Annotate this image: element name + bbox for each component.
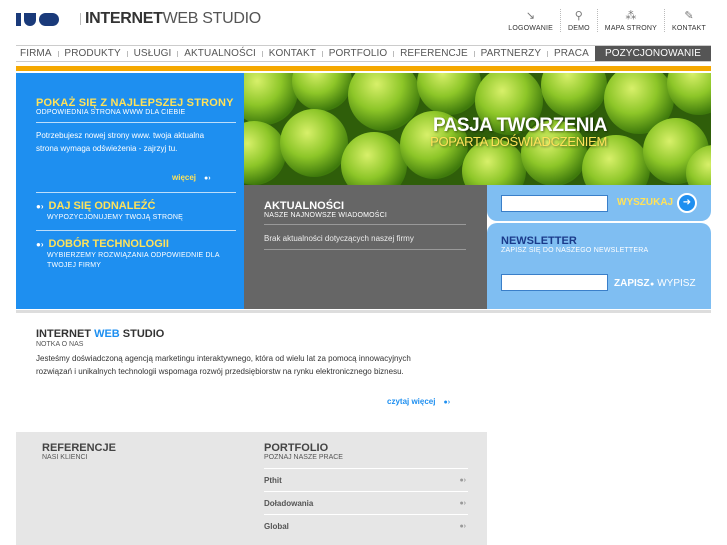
arrow-icon: ●› bbox=[443, 399, 451, 406]
logo-divider bbox=[80, 13, 81, 25]
read-more-label: czytaj więcej bbox=[387, 397, 436, 406]
portfolio-list: Pthit ●› Doładowania ●› Global ●› bbox=[264, 468, 468, 537]
toplink-login[interactable]: ↘ LOGOWANIE bbox=[501, 9, 560, 32]
divider bbox=[36, 192, 236, 193]
promo-subtitle: ODPOWIEDNIA STRONA WWW DLA CIEBIE bbox=[36, 109, 186, 116]
demo-icon: ⚲ bbox=[574, 10, 584, 22]
newsletter-unsubscribe-button[interactable]: ● WYPISZ bbox=[650, 278, 696, 289]
portfolio-item-label: Pthit bbox=[264, 475, 282, 485]
toplink-demo[interactable]: ⚲ DEMO bbox=[559, 9, 597, 32]
search-icon[interactable]: ➜ bbox=[677, 193, 697, 213]
hero-texts: PASJA TWORZENIA POPARTA DOŚWIADCZENIEM bbox=[430, 115, 607, 149]
search-box: WYSZUKAJ ➜ bbox=[487, 185, 711, 221]
promo-item-tech[interactable]: ●› DOBÓR TECHNOLOGII WYBIERZEMY ROZWIĄZAN… bbox=[36, 238, 226, 271]
nav-item-produkty[interactable]: PRODUKTY bbox=[58, 48, 126, 59]
accent-bar bbox=[16, 66, 711, 71]
logo-text-strong: INTERNET bbox=[85, 10, 163, 27]
top-links: ↘ LOGOWANIE ⚲ DEMO ⁂ MAPA STRONY ✎ KONTA… bbox=[501, 9, 713, 32]
logo[interactable]: INTERNETWEB STUDIO bbox=[16, 8, 261, 30]
portfolio-item-label: Doładowania bbox=[264, 498, 314, 508]
nav-item-aktualnosci[interactable]: AKTUALNOŚCI bbox=[178, 48, 262, 59]
sitemap-icon: ⁂ bbox=[625, 10, 637, 22]
promo-item-subtitle: WYPOZYCJONUJEMY TWOJĄ STRONĘ bbox=[47, 214, 184, 221]
portfolio-panel: PORTFOLIO POZNAJ NASZE PRACE Pthit ●› Doł… bbox=[244, 432, 487, 545]
nav-item-partnerzy[interactable]: PARTNERZY bbox=[475, 48, 548, 59]
portfolio-item[interactable]: Global ●› bbox=[264, 514, 468, 537]
promo-more-label: więcej bbox=[172, 173, 197, 182]
logo-text: INTERNETWEB STUDIO bbox=[85, 10, 261, 28]
promo-title[interactable]: POKAŻ SIĘ Z NAJLEPSZEJ STRONY bbox=[36, 97, 234, 109]
toplink-sitemap[interactable]: ⁂ MAPA STRONY bbox=[596, 9, 664, 32]
portfolio-subtitle: POZNAJ NASZE PRACE bbox=[264, 454, 343, 461]
search-button[interactable]: WYSZUKAJ bbox=[617, 197, 673, 208]
news-panel: AKTUALNOŚCI NASZE NAJNOWSZE WIADOMOŚCI B… bbox=[244, 185, 487, 309]
nav-item-portfolio[interactable]: PORTFOLIO bbox=[323, 48, 394, 59]
promo-more-link[interactable]: więcej ●› bbox=[172, 173, 211, 182]
references-title[interactable]: REFERENCJE bbox=[42, 442, 116, 454]
arrow-icon: ●› bbox=[36, 202, 44, 211]
toplink-label: MAPA STRONY bbox=[604, 25, 658, 32]
login-icon: ↘ bbox=[525, 10, 536, 22]
promo-item-title: DOBÓR TECHNOLOGII bbox=[48, 238, 169, 250]
newsletter-email-input[interactable] bbox=[501, 274, 608, 291]
nav-item-kontakt[interactable]: KONTAKT bbox=[263, 48, 322, 59]
portfolio-item[interactable]: Pthit ●› bbox=[264, 468, 468, 491]
portfolio-item[interactable]: Doładowania ●› bbox=[264, 491, 468, 514]
arrow-icon: ●› bbox=[459, 476, 466, 484]
news-title[interactable]: AKTUALNOŚCI bbox=[264, 200, 344, 212]
arrow-icon: ●› bbox=[36, 240, 44, 249]
nav-item-firma[interactable]: FIRMA bbox=[16, 48, 58, 59]
logo-mark bbox=[16, 12, 59, 26]
newsletter-subscribe-button[interactable]: ZAPISZ bbox=[614, 278, 650, 289]
nav-item-referencje[interactable]: REFERENCJE bbox=[394, 48, 474, 59]
news-empty-text: Brak aktualności dotyczących naszej firm… bbox=[264, 234, 414, 243]
about-title-part: WEB bbox=[94, 328, 120, 340]
references-subtitle: NASI KLIENCI bbox=[42, 454, 88, 461]
contact-icon: ✎ bbox=[684, 10, 694, 22]
promo-item-seo[interactable]: ●› DAJ SIĘ ODNALEŹĆ WYPOZYCJONUJEMY TWOJĄ… bbox=[36, 200, 183, 223]
news-subtitle: NASZE NAJNOWSZE WIADOMOŚCI bbox=[264, 212, 388, 219]
main-nav: FIRMA PRODUKTY USŁUGI AKTUALNOŚCI KONTAK… bbox=[16, 45, 711, 62]
about-title-part: INTERNET bbox=[36, 328, 91, 340]
nav-item-pozycjonowanie[interactable]: POZYCJONOWANIE bbox=[594, 46, 711, 61]
promo-item-subtitle: WYBIERZEMY ROZWIĄZANIA ODPOWIEDNIE DLA T… bbox=[47, 252, 220, 269]
logo-text-rest: WEB STUDIO bbox=[162, 10, 262, 27]
divider bbox=[36, 122, 236, 123]
toplink-label: LOGOWANIE bbox=[508, 25, 553, 32]
newsletter-box: NEWSLETTER ZAPISZ SIĘ DO NASZEGO NEWSLET… bbox=[487, 223, 711, 309]
divider bbox=[36, 230, 236, 231]
toplink-label: DEMO bbox=[567, 25, 590, 32]
divider bbox=[264, 224, 466, 225]
toplink-contact[interactable]: ✎ KONTAKT bbox=[664, 9, 713, 32]
about-title-part: STUDIO bbox=[122, 328, 165, 340]
hero-subtitle: POPARTA DOŚWIADCZENIEM bbox=[430, 134, 607, 149]
references-panel: REFERENCJE NASI KLIENCI bbox=[16, 432, 244, 545]
portfolio-title[interactable]: PORTFOLIO bbox=[264, 442, 328, 454]
hero-banner: PASJA TWORZENIA POPARTA DOŚWIADCZENIEM bbox=[244, 73, 711, 185]
about-text: Jesteśmy doświadczoną agencją marketingu… bbox=[36, 354, 411, 376]
promo-item-title: DAJ SIĘ ODNALEŹĆ bbox=[48, 200, 156, 212]
arrow-icon: ●› bbox=[204, 175, 211, 182]
portfolio-item-label: Global bbox=[264, 521, 289, 531]
nav-item-uslugi[interactable]: USŁUGI bbox=[128, 48, 178, 59]
about-subtitle: NOTKA O NAS bbox=[36, 341, 84, 348]
promo-text: Potrzebujesz nowej strony www. twoja akt… bbox=[36, 131, 205, 153]
newsletter-title: NEWSLETTER bbox=[501, 235, 577, 247]
about-title: INTERNET WEB STUDIO bbox=[36, 328, 164, 340]
nav-item-praca[interactable]: PRACA bbox=[548, 48, 595, 59]
promo-panel: POKAŻ SIĘ Z NAJLEPSZEJ STRONY ODPOWIEDNI… bbox=[16, 73, 244, 309]
about-read-more-link[interactable]: czytaj więcej ●› bbox=[387, 397, 450, 406]
arrow-icon: ●› bbox=[459, 522, 466, 530]
toplink-label: KONTAKT bbox=[672, 25, 706, 32]
search-input[interactable] bbox=[501, 195, 608, 212]
section-divider bbox=[16, 310, 711, 313]
divider bbox=[264, 249, 466, 250]
newsletter-subtitle: ZAPISZ SIĘ DO NASZEGO NEWSLETTERA bbox=[501, 247, 649, 254]
unsubscribe-label: WYPISZ bbox=[657, 278, 696, 289]
bullet-icon: ● bbox=[650, 281, 655, 288]
arrow-icon: ●› bbox=[459, 499, 466, 507]
